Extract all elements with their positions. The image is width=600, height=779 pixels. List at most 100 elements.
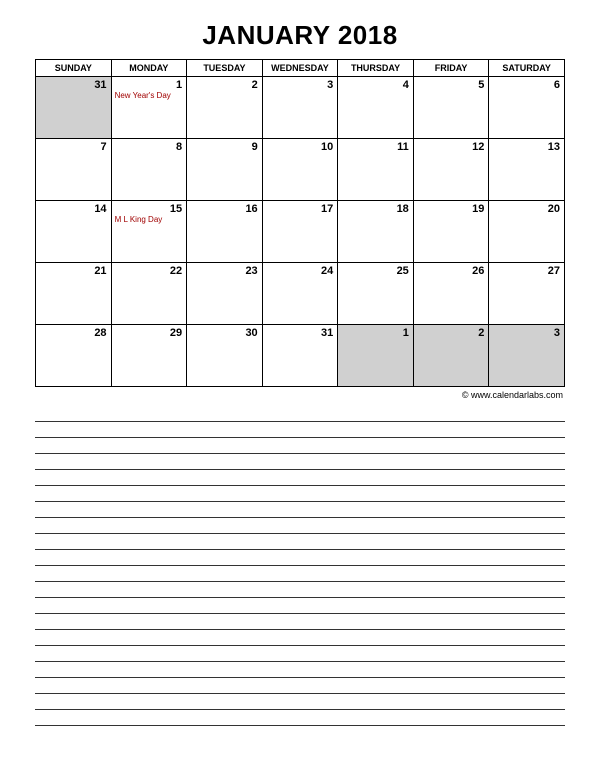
day-number: 29 xyxy=(115,327,183,339)
day-number: 6 xyxy=(492,79,560,91)
calendar-cell: 9 xyxy=(187,139,263,201)
note-line xyxy=(35,582,565,598)
weekday-header-row: SUNDAY MONDAY TUESDAY WEDNESDAY THURSDAY… xyxy=(36,60,565,77)
day-number: 16 xyxy=(190,203,258,215)
weekday-header: MONDAY xyxy=(111,60,187,77)
day-number: 17 xyxy=(266,203,334,215)
day-number: 1 xyxy=(341,327,409,339)
weekday-header: WEDNESDAY xyxy=(262,60,338,77)
note-line xyxy=(35,614,565,630)
calendar-row: 789 10 11 12 13 xyxy=(36,139,565,201)
calendar-cell: 16 xyxy=(187,201,263,263)
calendar-cell: 22 xyxy=(111,263,187,325)
calendar-cell: 29 xyxy=(111,325,187,387)
calendar-cell: 21 xyxy=(36,263,112,325)
day-number: 15 xyxy=(115,203,183,215)
calendar-cell: 30 xyxy=(187,325,263,387)
day-number: 3 xyxy=(492,327,560,339)
day-number: 4 xyxy=(341,79,409,91)
day-number: 12 xyxy=(417,141,485,153)
note-line xyxy=(35,438,565,454)
day-number: 31 xyxy=(39,79,107,91)
calendar-cell: 3 xyxy=(262,77,338,139)
note-line xyxy=(35,502,565,518)
day-number: 10 xyxy=(266,141,334,153)
calendar-cell: 15M L King Day xyxy=(111,201,187,263)
note-line xyxy=(35,454,565,470)
day-number: 26 xyxy=(417,265,485,277)
weekday-header: SUNDAY xyxy=(36,60,112,77)
day-number: 7 xyxy=(39,141,107,153)
calendar-cell: 8 xyxy=(111,139,187,201)
event-label: New Year's Day xyxy=(115,92,183,101)
calendar-row: 1415M L King Day1617181920 xyxy=(36,201,565,263)
day-number: 2 xyxy=(417,327,485,339)
note-line xyxy=(35,486,565,502)
note-line xyxy=(35,694,565,710)
calendar-cell: 23 xyxy=(187,263,263,325)
calendar-cell: 27 xyxy=(489,263,565,325)
calendar-cell: 4 xyxy=(338,77,414,139)
calendar-cell: 6 xyxy=(489,77,565,139)
day-number: 30 xyxy=(190,327,258,339)
note-line xyxy=(35,422,565,438)
note-line xyxy=(35,470,565,486)
weekday-header: THURSDAY xyxy=(338,60,414,77)
day-number: 5 xyxy=(417,79,485,91)
calendar-row: 21222324252627 xyxy=(36,263,565,325)
credit-text: © www.calendarlabs.com xyxy=(35,387,565,406)
day-number: 22 xyxy=(115,265,183,277)
note-line xyxy=(35,678,565,694)
day-number: 23 xyxy=(190,265,258,277)
calendar-cell: 28 xyxy=(36,325,112,387)
calendar-cell: 17 xyxy=(262,201,338,263)
calendar-cell: 7 xyxy=(36,139,112,201)
note-line xyxy=(35,518,565,534)
note-line xyxy=(35,566,565,582)
calendar-cell: 31 xyxy=(36,77,112,139)
weekday-header: TUESDAY xyxy=(187,60,263,77)
calendar-cell: 20 xyxy=(489,201,565,263)
calendar-cell: 19 xyxy=(413,201,489,263)
day-number: 14 xyxy=(39,203,107,215)
event-label: M L King Day xyxy=(115,216,183,225)
calendar-cell: 1New Year's Day xyxy=(111,77,187,139)
note-line xyxy=(35,534,565,550)
day-number: 1 xyxy=(115,79,183,91)
calendar-cell: 13 xyxy=(489,139,565,201)
calendar-row: 311New Year's Day23456 xyxy=(36,77,565,139)
calendar-cell: 2 xyxy=(413,325,489,387)
day-number: 19 xyxy=(417,203,485,215)
day-number: 31 xyxy=(266,327,334,339)
calendar-cell: 5 xyxy=(413,77,489,139)
calendar-row: 28 29 30 31 123 xyxy=(36,325,565,387)
day-number: 28 xyxy=(39,327,107,339)
calendar-cell: 12 xyxy=(413,139,489,201)
calendar-cell: 10 xyxy=(262,139,338,201)
calendar-cell: 11 xyxy=(338,139,414,201)
note-line xyxy=(35,550,565,566)
day-number: 13 xyxy=(492,141,560,153)
calendar-grid: SUNDAY MONDAY TUESDAY WEDNESDAY THURSDAY… xyxy=(35,59,565,387)
calendar-cell: 24 xyxy=(262,263,338,325)
calendar-cell: 26 xyxy=(413,263,489,325)
day-number: 24 xyxy=(266,265,334,277)
note-line xyxy=(35,598,565,614)
day-number: 21 xyxy=(39,265,107,277)
note-line xyxy=(35,406,565,422)
calendar-cell: 31 xyxy=(262,325,338,387)
weekday-header: FRIDAY xyxy=(413,60,489,77)
note-line xyxy=(35,646,565,662)
calendar-cell: 1 xyxy=(338,325,414,387)
calendar-cell: 14 xyxy=(36,201,112,263)
day-number: 2 xyxy=(190,79,258,91)
weekday-header: SATURDAY xyxy=(489,60,565,77)
day-number: 11 xyxy=(341,141,409,153)
day-number: 9 xyxy=(190,141,258,153)
calendar-cell: 2 xyxy=(187,77,263,139)
calendar-title: JANUARY 2018 xyxy=(35,20,565,51)
day-number: 27 xyxy=(492,265,560,277)
notes-area xyxy=(35,406,565,726)
day-number: 8 xyxy=(115,141,183,153)
calendar-cell: 18 xyxy=(338,201,414,263)
